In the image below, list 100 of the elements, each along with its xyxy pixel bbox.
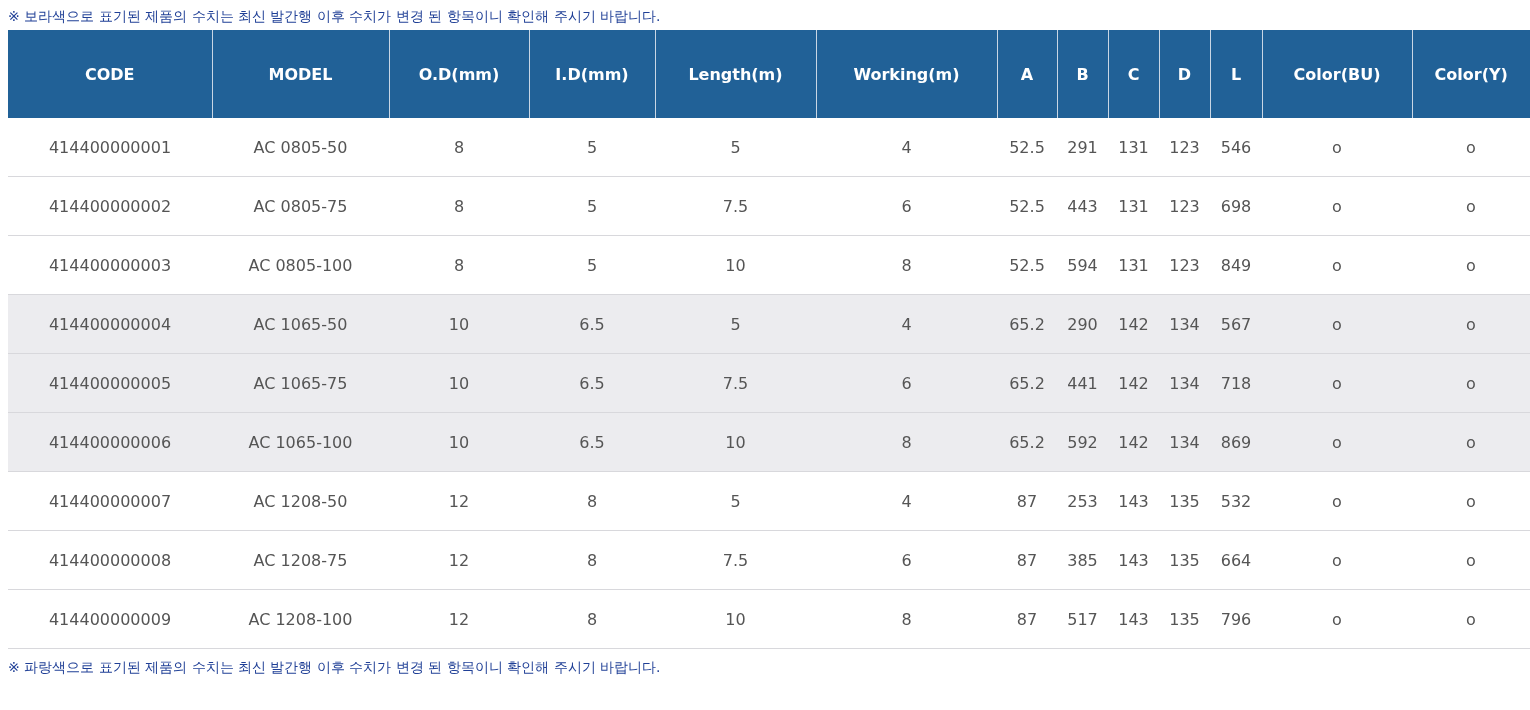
table-cell: 12: [389, 589, 529, 649]
notice-text: ※ 파랑색으로 표기된 제품의 수치는 최신 발간행 이후 수치가 변경 된 항목이니 확인해 주시기 바랍니다.: [8, 658, 662, 677]
table-cell: 698: [1210, 176, 1262, 236]
table-cell: 123: [1159, 176, 1210, 236]
table-cell: 290: [1057, 294, 1108, 354]
table-cell: o: [1262, 412, 1412, 472]
table-cell: 143: [1108, 471, 1159, 531]
table-cell: AC 1208-75: [212, 530, 389, 590]
table-cell: 123: [1159, 118, 1210, 177]
table-cell: 142: [1108, 294, 1159, 354]
table-cell: 12: [389, 530, 529, 590]
table-cell: 414400000004: [8, 294, 212, 354]
table-cell: 5: [529, 118, 655, 177]
table-cell: 142: [1108, 353, 1159, 413]
table-cell: 5: [529, 235, 655, 295]
column-header: A: [997, 30, 1057, 118]
table-cell: AC 1065-100: [212, 412, 389, 472]
table-cell: 8: [389, 118, 529, 177]
table-cell: o: [1262, 530, 1412, 590]
table-cell: 8: [389, 176, 529, 236]
table-cell: 594: [1057, 235, 1108, 295]
table-cell: AC 1208-50: [212, 471, 389, 531]
table-cell: 443: [1057, 176, 1108, 236]
table-cell: o: [1262, 294, 1412, 354]
column-header: Color(Y): [1412, 30, 1530, 118]
table-cell: 65.2: [997, 353, 1057, 413]
table-cell: 4: [816, 294, 997, 354]
column-header: O.D(mm): [389, 30, 529, 118]
table-cell: 5: [655, 118, 816, 177]
table-cell: 517: [1057, 589, 1108, 649]
column-header: CODE: [8, 30, 212, 118]
column-header: C: [1108, 30, 1159, 118]
table-cell: 134: [1159, 294, 1210, 354]
table-cell: 532: [1210, 471, 1262, 531]
table-cell: 134: [1159, 353, 1210, 413]
table-cell: 8: [816, 412, 997, 472]
table-cell: 567: [1210, 294, 1262, 354]
table-cell: o: [1412, 294, 1530, 354]
table-cell: 134: [1159, 412, 1210, 472]
table-cell: o: [1262, 589, 1412, 649]
table-cell: 6.5: [529, 353, 655, 413]
table-cell: 8: [529, 530, 655, 590]
table-cell: 87: [997, 471, 1057, 531]
table-cell: o: [1412, 471, 1530, 531]
table-cell: 718: [1210, 353, 1262, 413]
table-cell: 65.2: [997, 412, 1057, 472]
table-cell: 253: [1057, 471, 1108, 531]
table-cell: 8: [816, 589, 997, 649]
table-cell: 8: [816, 235, 997, 295]
table-cell: 664: [1210, 530, 1262, 590]
table-cell: 869: [1210, 412, 1262, 472]
table-cell: 414400000009: [8, 589, 212, 649]
column-header: MODEL: [212, 30, 389, 118]
table-cell: 135: [1159, 530, 1210, 590]
table-cell: 142: [1108, 412, 1159, 472]
table-cell: 592: [1057, 412, 1108, 472]
notice-text: ※ 보라색으로 표기된 제품의 수치는 최신 발간행 이후 수치가 변경 된 항목이니 확인해 주시기 바랍니다.: [8, 7, 662, 26]
table-cell: 7.5: [655, 353, 816, 413]
table-cell: 131: [1108, 235, 1159, 295]
table-cell: 10: [655, 589, 816, 649]
table-cell: 8: [529, 471, 655, 531]
column-header: I.D(mm): [529, 30, 655, 118]
table-cell: 6: [816, 353, 997, 413]
table-cell: 135: [1159, 589, 1210, 649]
table-cell: AC 0805-75: [212, 176, 389, 236]
column-header: L: [1210, 30, 1262, 118]
table-cell: o: [1412, 530, 1530, 590]
table-cell: 5: [655, 294, 816, 354]
table-cell: 4: [816, 471, 997, 531]
table-cell: 6.5: [529, 294, 655, 354]
table-cell: 87: [997, 530, 1057, 590]
table-cell: 385: [1057, 530, 1108, 590]
table-cell: o: [1412, 412, 1530, 472]
table-cell: 441: [1057, 353, 1108, 413]
table-cell: 414400000008: [8, 530, 212, 590]
table-cell: AC 0805-50: [212, 118, 389, 177]
table-cell: 143: [1108, 530, 1159, 590]
table-cell: 414400000003: [8, 235, 212, 295]
table-cell: 291: [1057, 118, 1108, 177]
table-cell: o: [1262, 118, 1412, 177]
table-cell: o: [1412, 235, 1530, 295]
table-cell: 414400000006: [8, 412, 212, 472]
table-cell: 131: [1108, 176, 1159, 236]
table-cell: 131: [1108, 118, 1159, 177]
table-cell: o: [1412, 353, 1530, 413]
table-cell: 7.5: [655, 530, 816, 590]
table-cell: 8: [529, 589, 655, 649]
column-header: Working(m): [816, 30, 997, 118]
table-cell: AC 0805-100: [212, 235, 389, 295]
table-cell: 65.2: [997, 294, 1057, 354]
table-cell: o: [1262, 353, 1412, 413]
table-cell: AC 1065-75: [212, 353, 389, 413]
table-cell: 52.5: [997, 176, 1057, 236]
column-header: B: [1057, 30, 1108, 118]
table-cell: 7.5: [655, 176, 816, 236]
table-cell: AC 1208-100: [212, 589, 389, 649]
table-cell: 10: [655, 235, 816, 295]
table-cell: 10: [389, 353, 529, 413]
column-header: Color(BU): [1262, 30, 1412, 118]
table-cell: o: [1262, 235, 1412, 295]
